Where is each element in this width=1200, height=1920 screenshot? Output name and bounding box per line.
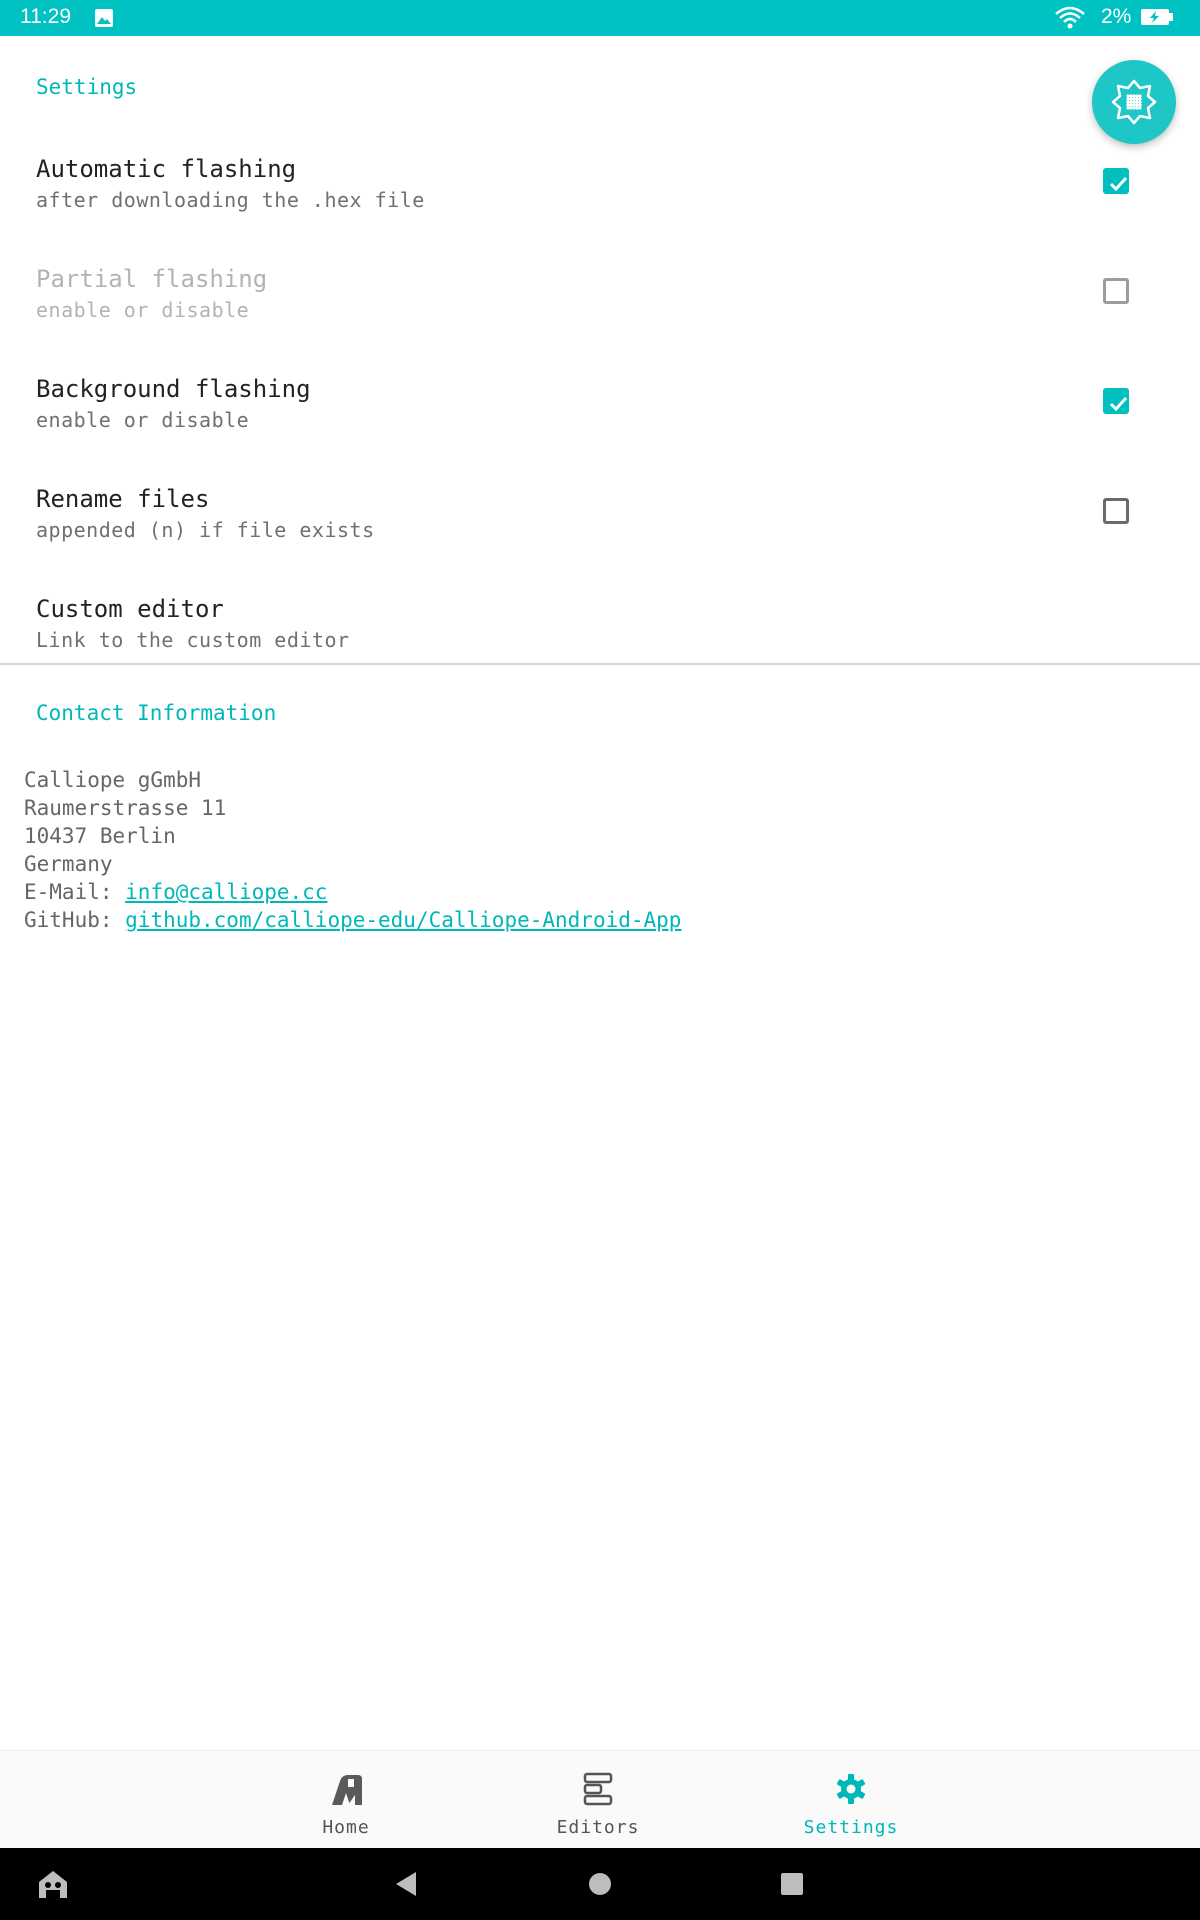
nav-editors[interactable]: Editors [518,1751,678,1849]
nav-settings-label: Settings [803,1817,899,1838]
status-time: 11:29 [20,5,71,28]
background-flashing-checkbox[interactable] [1103,388,1129,414]
automatic-flashing-checkbox[interactable] [1103,168,1129,194]
wifi-icon [1054,6,1086,34]
settings-section-header: Settings [36,75,138,99]
nav-editors-label: Editors [556,1817,640,1838]
email-link[interactable]: info@calliope.cc [125,880,327,904]
contact-section-header: Contact Information [36,701,277,725]
gear-icon [836,1774,866,1804]
pref-automatic-flashing[interactable]: Automatic flashing after downloading the… [0,127,1200,237]
pref-summary: enable or disable [36,408,250,432]
checkmark-icon [1109,176,1128,192]
pref-title: Rename files [36,485,210,513]
contact-github-line: GitHub: github.com/calliope-edu/Calliope… [24,906,681,934]
github-link[interactable]: github.com/calliope-edu/Calliope-Android… [125,908,681,932]
image-notification-icon [94,8,114,32]
pref-title: Automatic flashing [36,155,297,183]
nav-home-label: Home [322,1817,370,1838]
partial-flashing-checkbox [1103,278,1129,304]
pref-partial-flashing: Partial flashing enable or disable [0,237,1200,347]
pref-summary: Link to the custom editor [36,628,350,652]
editors-icon [583,1772,613,1806]
launcher-home-icon[interactable] [36,1868,70,1900]
pref-custom-editor[interactable]: Custom editor Link to the custom editor [0,567,1200,677]
pref-rename-files[interactable]: Rename files appended (n) if file exists [0,457,1200,567]
section-divider [0,663,1200,665]
battery-percentage: 2% [1101,5,1132,28]
nav-settings[interactable]: Settings [771,1751,931,1849]
contact-information: Calliope gGmbH Raumerstrasse 11 10437 Be… [24,766,681,934]
contact-country: Germany [24,852,113,876]
contact-street: Raumerstrasse 11 [24,796,227,820]
calliope-board-icon [1111,79,1157,125]
checkmark-icon [1109,396,1128,412]
github-label: GitHub: [24,908,126,932]
bottom-navigation: Home Editors Settings [0,1750,1200,1849]
contact-email-line: E-Mail: info@calliope.cc [24,878,681,906]
rename-files-checkbox[interactable] [1103,498,1129,524]
contact-company: Calliope gGmbH [24,768,202,792]
pref-title: Custom editor [36,595,224,623]
pref-title: Partial flashing [36,265,268,293]
contact-city: 10437 Berlin [24,824,176,848]
home-circle-icon[interactable] [588,1872,612,1896]
pref-title: Background flashing [36,375,311,403]
status-bar: 11:29 2% [0,0,1200,36]
email-label: E-Mail: [24,880,126,904]
pref-background-flashing[interactable]: Background flashing enable or disable [0,347,1200,457]
nav-home[interactable]: Home [266,1751,426,1849]
pref-summary: after downloading the .hex file [36,188,425,212]
battery-charging-icon [1140,8,1174,30]
back-icon[interactable] [394,1870,418,1898]
pref-summary: enable or disable [36,298,250,322]
recents-icon[interactable] [780,1872,804,1896]
system-navigation-bar [0,1848,1200,1920]
home-icon [332,1775,362,1805]
pref-summary: appended (n) if file exists [36,518,375,542]
